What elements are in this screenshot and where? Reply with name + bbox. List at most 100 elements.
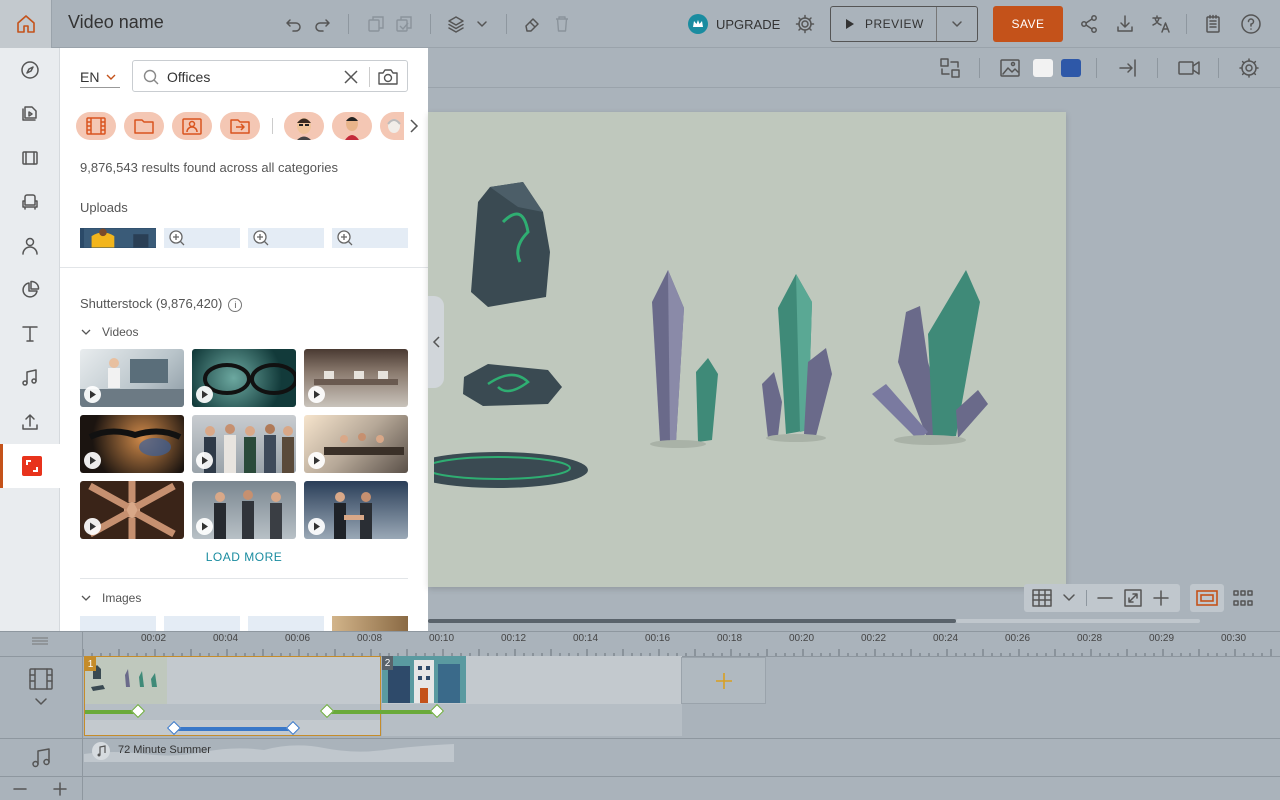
swap-button[interactable] [938,56,962,80]
video-thumb-7[interactable] [80,481,184,539]
zoom-out-icon[interactable] [1096,590,1114,606]
video-thumb-1[interactable] [80,349,184,407]
paste-button[interactable] [392,12,416,36]
camera-icon[interactable] [377,68,399,86]
upload-thumb-3[interactable] [248,228,324,248]
add-scene-button[interactable] [681,657,766,704]
notes-button[interactable] [1201,12,1225,36]
chevron-right-icon[interactable] [408,118,420,134]
sidebar-item-upload[interactable] [0,400,60,444]
zoom-controls [1024,584,1180,612]
preview-button[interactable]: PREVIEW [830,6,978,42]
collapse-panel-button[interactable] [428,296,444,388]
search-box [132,60,408,92]
upgrade-button[interactable]: UPGRADE [688,12,780,36]
translate-button[interactable] [1149,12,1173,36]
sidebar-item-scenes[interactable] [0,136,60,180]
minus-icon[interactable] [12,782,28,796]
upload-thumb-2[interactable] [164,228,240,248]
sidebar-item-text[interactable] [0,312,60,356]
video-thumb-8[interactable] [192,481,296,539]
character-avatar-3[interactable] [380,112,404,140]
images-section-toggle[interactable]: Images [80,591,141,605]
transition-button[interactable] [1116,56,1140,80]
keyframe-handle[interactable] [285,720,301,736]
sidebar-item-audio[interactable] [0,356,60,400]
clear-button[interactable] [520,12,544,36]
video-name[interactable]: Video name [68,12,164,33]
image-thumb-4[interactable] [332,616,408,631]
sidebar-item-shutterstock[interactable] [0,444,60,488]
audio-clip[interactable]: 72 Minute Summer [84,740,454,762]
category-import-chip[interactable] [220,112,260,140]
scene-clip-2[interactable]: 2 [382,656,682,736]
person-icon [22,237,38,255]
videos-section-toggle[interactable]: Videos [80,325,138,339]
music-icon[interactable] [30,747,52,769]
character-avatar-1[interactable] [284,112,324,140]
share-button[interactable] [1077,12,1101,36]
image-thumb-3[interactable] [248,616,324,631]
background-image-button[interactable] [998,56,1022,80]
grid-icon[interactable] [1032,589,1052,607]
zoom-in-icon [253,230,269,246]
sidebar-item-explore[interactable] [0,48,60,92]
sidebar-item-my-files[interactable] [0,92,60,136]
character-avatar-2[interactable] [332,112,372,140]
load-more-button[interactable]: LOAD MORE [60,550,428,564]
undo-button[interactable] [282,12,306,36]
undo-icon [286,19,301,32]
video-thumb-2[interactable] [192,349,296,407]
chevron-down-icon[interactable] [34,697,48,707]
chevron-down-icon[interactable] [1062,592,1076,604]
video-thumb-9[interactable] [304,481,408,539]
film-icon[interactable] [28,667,54,691]
video-thumb-5[interactable] [192,415,296,473]
info-icon[interactable]: i [228,297,243,312]
zoom-in-icon[interactable] [1152,589,1170,607]
timeline-scrollbar[interactable] [428,619,956,623]
sidebar-item-characters[interactable] [0,224,60,268]
settings-button[interactable] [793,12,817,36]
video-thumb-3[interactable] [304,349,408,407]
layers-button[interactable] [444,12,468,36]
image-thumb-2[interactable] [164,616,240,631]
layers-dropdown[interactable] [470,12,494,36]
camera-button[interactable] [1177,56,1201,80]
upload-thumb-4[interactable] [332,228,408,248]
language-select[interactable]: EN [80,66,120,88]
sidebar-item-charts[interactable] [0,268,60,312]
plus-icon[interactable] [52,781,68,797]
download-button[interactable] [1113,12,1137,36]
category-folders-chip[interactable] [124,112,164,140]
upload-thumb-1[interactable] [80,228,156,248]
scene-canvas[interactable] [428,112,1066,587]
redo-button[interactable] [310,12,334,36]
image-thumb-1[interactable] [80,616,156,631]
color-swatch-blue[interactable] [1061,59,1081,77]
delete-button[interactable] [550,12,574,36]
scene-clip-1[interactable]: 1 [84,656,437,736]
fit-screen-icon[interactable] [1124,589,1142,607]
video-thumb-4[interactable] [80,415,184,473]
category-videos-chip[interactable] [76,112,116,140]
scene-settings-button[interactable] [1237,56,1261,80]
grid-view-button[interactable] [1230,584,1256,612]
search-input[interactable] [167,67,337,87]
home-button[interactable] [0,0,52,48]
preview-options[interactable] [937,17,977,31]
video-thumb-6[interactable] [304,415,408,473]
close-icon[interactable] [343,69,359,85]
save-button[interactable]: SAVE [993,6,1063,42]
chevron-down-icon [952,21,962,27]
frame-view-button[interactable] [1190,584,1224,612]
keyframe-handle[interactable] [166,720,182,736]
sidebar-item-props[interactable] [0,180,60,224]
help-button[interactable] [1239,12,1263,36]
preview-label: PREVIEW [865,17,924,31]
copy-button[interactable] [364,12,388,36]
color-swatch-white[interactable] [1033,59,1053,77]
drag-handle-icon[interactable] [30,636,50,646]
category-characters-chip[interactable] [172,112,212,140]
zoom-in-icon [337,230,353,246]
